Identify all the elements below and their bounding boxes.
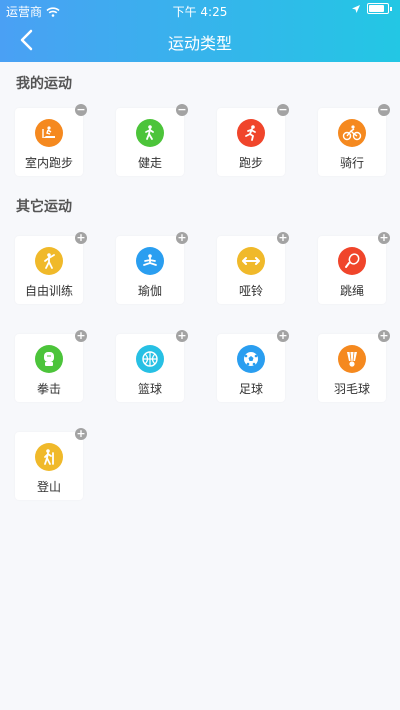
page-title: 运动类型 <box>167 34 232 53</box>
header: 运营商 下午 4:25 运动类型 <box>0 0 400 62</box>
status-time: 下午 4:25 <box>172 5 228 19</box>
add-badge-icon[interactable]: + <box>75 232 87 244</box>
remove-badge-icon[interactable]: − <box>378 104 390 116</box>
sport-card-dumbbell[interactable]: 哑铃 + <box>217 232 289 304</box>
dumbbell-icon <box>237 247 265 275</box>
sport-card-hiking[interactable]: 登山 + <box>15 428 87 500</box>
sport-label: 跑步 <box>238 156 263 170</box>
sport-label: 跳绳 <box>339 284 364 298</box>
remove-badge-icon[interactable]: − <box>75 104 87 116</box>
treadmill-icon <box>35 119 63 147</box>
sport-label: 篮球 <box>137 382 162 396</box>
remove-badge-icon[interactable]: − <box>277 104 289 116</box>
sport-label: 羽毛球 <box>333 382 370 396</box>
my-sports-grid: 室内跑步 − 健走 − 跑步 − 骑行 − <box>0 104 400 176</box>
section-title-my-sports: 我的运动 <box>16 76 72 92</box>
basketball-icon <box>136 345 164 373</box>
add-badge-icon[interactable]: + <box>378 330 390 342</box>
walking-icon <box>136 119 164 147</box>
soccer-ball-icon <box>237 345 265 373</box>
nav-bar: 运动类型 <box>0 20 400 62</box>
sport-card-badminton[interactable]: 羽毛球 + <box>318 330 390 402</box>
section-title-other-sports: 其它运动 <box>16 199 72 215</box>
add-badge-icon[interactable]: + <box>277 232 289 244</box>
boxing-glove-icon <box>35 345 63 373</box>
battery-icon <box>367 3 392 14</box>
sport-label: 拳击 <box>36 382 61 396</box>
add-badge-icon[interactable]: + <box>277 330 289 342</box>
cycling-icon <box>338 119 366 147</box>
add-badge-icon[interactable]: + <box>176 330 188 342</box>
sport-card-walking[interactable]: 健走 − <box>116 104 188 176</box>
sport-card-cycling[interactable]: 骑行 − <box>318 104 390 176</box>
remove-badge-icon[interactable]: − <box>176 104 188 116</box>
add-badge-icon[interactable]: + <box>75 330 87 342</box>
other-sports-grid: 自由训练 + 瑜伽 + 哑铃 + 跳绳 + 拳击 + 篮球 + 足球 + 羽毛球… <box>0 232 400 500</box>
yoga-icon <box>136 247 164 275</box>
sport-card-indoor-running[interactable]: 室内跑步 − <box>15 104 87 176</box>
location-arrow-icon <box>352 4 360 13</box>
sport-label: 健走 <box>137 156 162 170</box>
sport-label: 自由训练 <box>24 284 73 298</box>
hiking-icon <box>35 443 63 471</box>
sport-label: 骑行 <box>339 156 364 170</box>
sport-card-yoga[interactable]: 瑜伽 + <box>116 232 188 304</box>
sport-card-jump-rope[interactable]: 跳绳 + <box>318 232 390 304</box>
sport-label: 登山 <box>36 480 61 494</box>
sport-label: 瑜伽 <box>137 284 162 298</box>
sport-card-basketball[interactable]: 篮球 + <box>116 330 188 402</box>
sport-card-free-training[interactable]: 自由训练 + <box>15 232 87 304</box>
sport-label: 足球 <box>238 382 263 396</box>
add-badge-icon[interactable]: + <box>176 232 188 244</box>
shuttlecock-icon <box>338 345 366 373</box>
free-training-icon <box>35 247 63 275</box>
sport-card-soccer[interactable]: 足球 + <box>217 330 289 402</box>
add-badge-icon[interactable]: + <box>378 232 390 244</box>
jump-rope-icon <box>338 247 366 275</box>
running-icon <box>237 119 265 147</box>
sport-label: 哑铃 <box>238 284 263 298</box>
status-bar: 运营商 下午 4:25 <box>0 0 400 20</box>
sport-card-boxing[interactable]: 拳击 + <box>15 330 87 402</box>
add-badge-icon[interactable]: + <box>75 428 87 440</box>
sport-card-running[interactable]: 跑步 − <box>217 104 289 176</box>
status-right <box>351 3 392 14</box>
sport-label: 室内跑步 <box>24 156 73 170</box>
